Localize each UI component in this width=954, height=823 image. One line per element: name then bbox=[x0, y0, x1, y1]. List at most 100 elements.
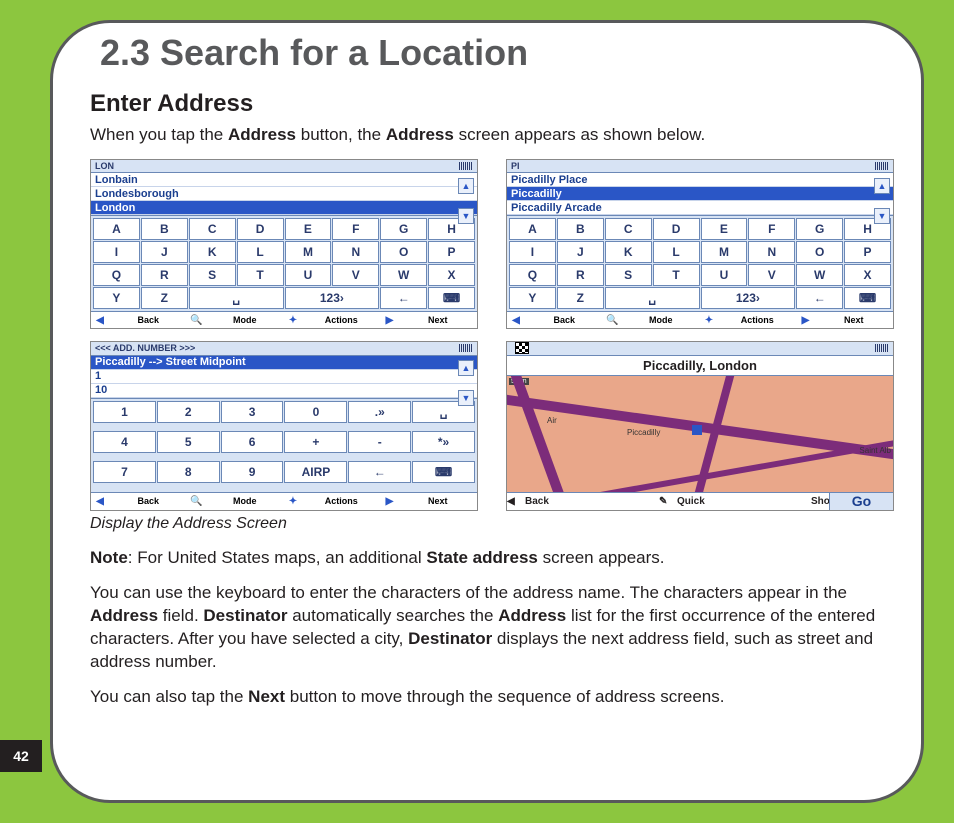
key[interactable]: 0 bbox=[284, 401, 347, 423]
mode-icon[interactable]: 🔍 bbox=[188, 496, 206, 507]
list-item-selected[interactable]: Piccadilly --> Street Midpoint bbox=[91, 356, 477, 370]
key[interactable]: 2 bbox=[157, 401, 220, 423]
map-view[interactable]: 50 m Air Piccadilly Saint Alb bbox=[507, 376, 893, 492]
list-item[interactable]: 10 bbox=[91, 384, 477, 398]
back-icon[interactable]: ◀ bbox=[91, 315, 109, 326]
back-button[interactable]: Back bbox=[525, 496, 659, 507]
list-item-selected[interactable]: Piccadilly bbox=[507, 187, 893, 201]
key-backspace[interactable]: ← bbox=[796, 287, 843, 309]
key[interactable]: N bbox=[332, 241, 379, 263]
key[interactable]: - bbox=[348, 431, 411, 453]
key[interactable]: 1 bbox=[93, 401, 156, 423]
actions-button[interactable]: Actions bbox=[718, 315, 797, 325]
actions-icon[interactable]: ✦ bbox=[700, 315, 718, 326]
next-icon[interactable]: ▶ bbox=[797, 315, 815, 326]
quick-button[interactable]: Quick bbox=[677, 496, 811, 507]
back-icon[interactable]: ◀ bbox=[507, 315, 525, 326]
mode-button[interactable]: Mode bbox=[206, 496, 285, 506]
key[interactable]: 3 bbox=[221, 401, 284, 423]
short-button[interactable]: Short bbox=[811, 496, 829, 507]
actions-icon[interactable]: ✦ bbox=[284, 496, 302, 507]
key[interactable]: L bbox=[653, 241, 700, 263]
key[interactable]: 5 bbox=[157, 431, 220, 453]
key[interactable]: .» bbox=[348, 401, 411, 423]
next-button[interactable]: Next bbox=[399, 315, 478, 325]
back-icon[interactable]: ◀ bbox=[91, 496, 109, 507]
key[interactable]: A bbox=[509, 218, 556, 240]
list-item-selected[interactable]: London bbox=[91, 201, 477, 215]
quick-icon[interactable]: ✎ bbox=[659, 496, 677, 507]
key[interactable]: J bbox=[141, 241, 188, 263]
key[interactable]: N bbox=[748, 241, 795, 263]
key[interactable]: C bbox=[189, 218, 236, 240]
key[interactable]: I bbox=[509, 241, 556, 263]
go-button[interactable]: Go bbox=[829, 493, 893, 510]
key-space[interactable]: ␣ bbox=[189, 287, 284, 309]
key[interactable]: U bbox=[701, 264, 748, 286]
key[interactable]: R bbox=[141, 264, 188, 286]
back-button[interactable]: Back bbox=[525, 315, 604, 325]
back-button[interactable]: Back bbox=[109, 315, 188, 325]
key-backspace[interactable]: ← bbox=[380, 287, 427, 309]
key[interactable]: D bbox=[237, 218, 284, 240]
key[interactable]: 8 bbox=[157, 461, 220, 483]
key[interactable]: Q bbox=[509, 264, 556, 286]
key-keyboard-icon[interactable]: ⌨ bbox=[428, 287, 475, 309]
key[interactable]: 4 bbox=[93, 431, 156, 453]
scroll-down-icon[interactable]: ▼ bbox=[874, 208, 890, 224]
key[interactable]: J bbox=[557, 241, 604, 263]
key[interactable]: B bbox=[141, 218, 188, 240]
scroll-down-icon[interactable]: ▼ bbox=[458, 208, 474, 224]
key[interactable]: W bbox=[796, 264, 843, 286]
key[interactable]: X bbox=[844, 264, 891, 286]
list-item[interactable]: Londesborough bbox=[91, 187, 477, 201]
key-keyboard-icon[interactable]: ⌨ bbox=[844, 287, 891, 309]
scroll-down-icon[interactable]: ▼ bbox=[458, 390, 474, 406]
key[interactable]: M bbox=[701, 241, 748, 263]
key[interactable]: X bbox=[428, 264, 475, 286]
key-keyboard-icon[interactable]: ⌨ bbox=[412, 461, 475, 483]
scroll-up-icon[interactable]: ▲ bbox=[458, 178, 474, 194]
key[interactable]: L bbox=[237, 241, 284, 263]
key[interactable]: Y bbox=[509, 287, 556, 309]
actions-icon[interactable]: ✦ bbox=[284, 315, 302, 326]
key[interactable]: Z bbox=[557, 287, 604, 309]
key[interactable]: V bbox=[332, 264, 379, 286]
key[interactable]: Y bbox=[93, 287, 140, 309]
mode-icon[interactable]: 🔍 bbox=[188, 315, 206, 326]
list-item[interactable]: 1 bbox=[91, 370, 477, 384]
back-icon[interactable]: ◀ bbox=[507, 496, 525, 507]
key[interactable]: U bbox=[285, 264, 332, 286]
key[interactable]: S bbox=[189, 264, 236, 286]
key-backspace[interactable]: ← bbox=[348, 461, 411, 483]
key[interactable]: T bbox=[653, 264, 700, 286]
back-button[interactable]: Back bbox=[109, 496, 188, 506]
key[interactable]: B bbox=[557, 218, 604, 240]
key[interactable]: W bbox=[380, 264, 427, 286]
key[interactable]: E bbox=[285, 218, 332, 240]
key[interactable]: F bbox=[332, 218, 379, 240]
key[interactable]: + bbox=[284, 431, 347, 453]
key[interactable]: K bbox=[605, 241, 652, 263]
key[interactable]: *» bbox=[412, 431, 475, 453]
next-button[interactable]: Next bbox=[815, 315, 894, 325]
key[interactable]: G bbox=[380, 218, 427, 240]
key[interactable]: Q bbox=[93, 264, 140, 286]
list-item[interactable]: Lonbain bbox=[91, 173, 477, 187]
key-space[interactable]: ␣ bbox=[605, 287, 700, 309]
key-123[interactable]: 123› bbox=[701, 287, 796, 309]
key[interactable]: T bbox=[237, 264, 284, 286]
key[interactable]: 9 bbox=[221, 461, 284, 483]
next-icon[interactable]: ▶ bbox=[381, 496, 399, 507]
key[interactable]: 7 bbox=[93, 461, 156, 483]
key[interactable]: G bbox=[796, 218, 843, 240]
key[interactable]: V bbox=[748, 264, 795, 286]
key[interactable]: Z bbox=[141, 287, 188, 309]
key[interactable]: P bbox=[428, 241, 475, 263]
key[interactable]: R bbox=[557, 264, 604, 286]
scroll-up-icon[interactable]: ▲ bbox=[458, 360, 474, 376]
key[interactable]: C bbox=[605, 218, 652, 240]
next-icon[interactable]: ▶ bbox=[381, 315, 399, 326]
key[interactable]: D bbox=[653, 218, 700, 240]
key[interactable]: M bbox=[285, 241, 332, 263]
